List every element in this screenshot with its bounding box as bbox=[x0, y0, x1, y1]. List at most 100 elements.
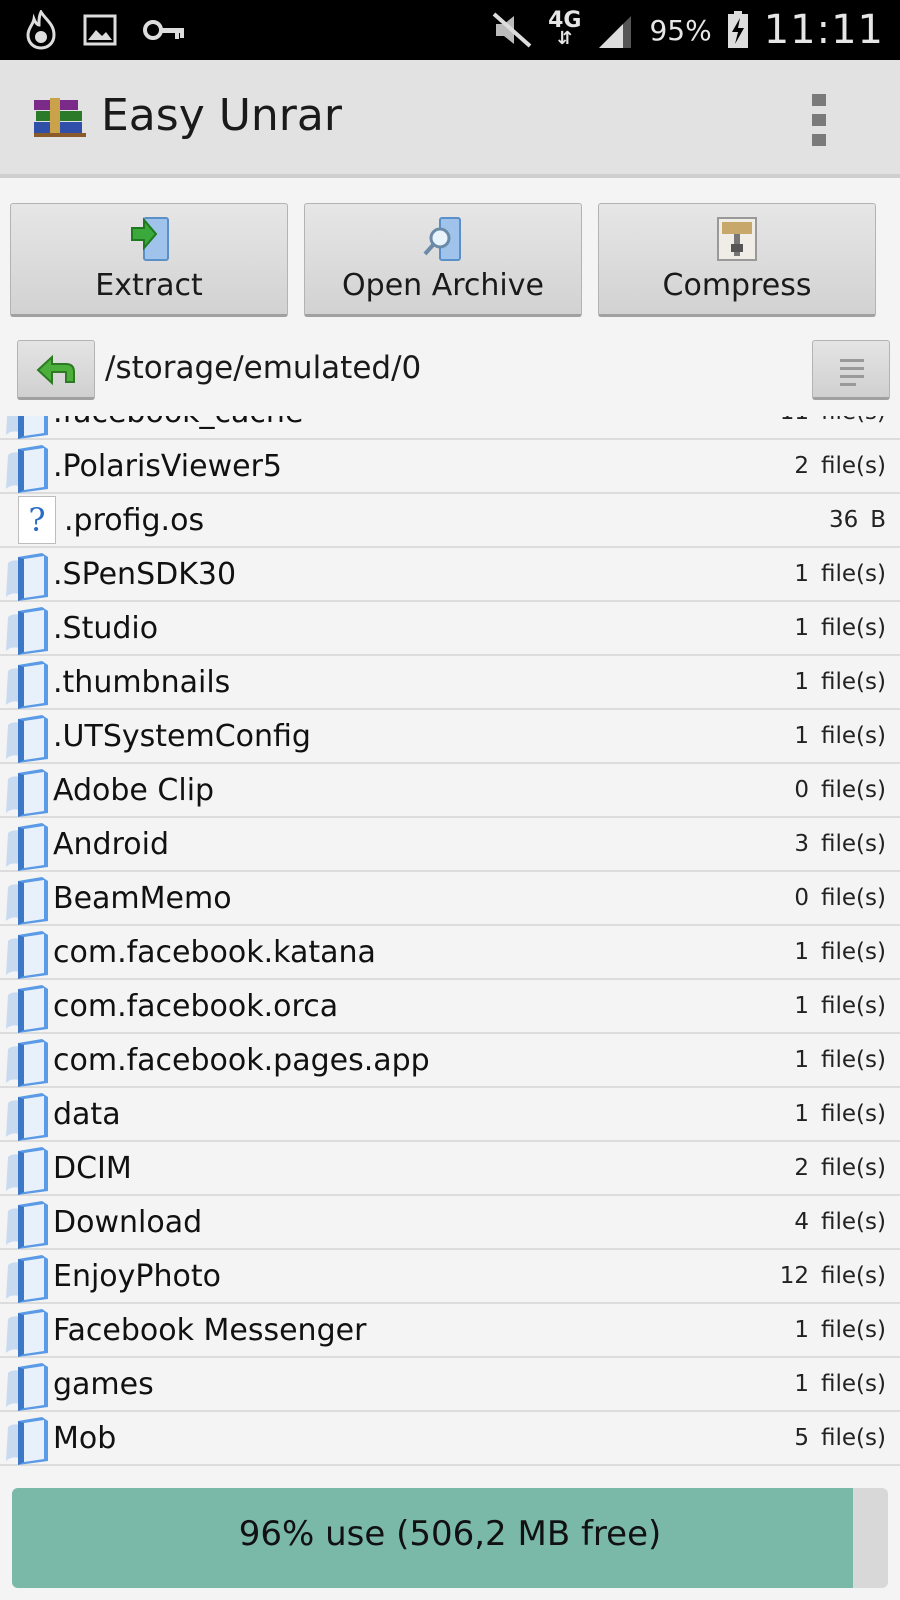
folder-row[interactable]: Mob 5 file(s) bbox=[0, 1412, 900, 1466]
item-unit: file(s) bbox=[821, 993, 886, 1019]
item-count: 1 bbox=[794, 1101, 810, 1127]
item-unit: file(s) bbox=[821, 669, 886, 695]
item-size: 1 file(s) bbox=[794, 1317, 886, 1343]
folder-icon bbox=[4, 416, 52, 443]
folder-row[interactable]: Adobe Clip 0 file(s) bbox=[0, 764, 900, 818]
item-unit: file(s) bbox=[821, 416, 886, 425]
item-name: data bbox=[53, 1097, 121, 1132]
folder-row[interactable]: com.facebook.pages.app 1 file(s) bbox=[0, 1034, 900, 1088]
item-unit: file(s) bbox=[821, 777, 886, 803]
folder-row[interactable]: BeamMemo 0 file(s) bbox=[0, 872, 900, 926]
folder-icon bbox=[4, 983, 52, 1037]
back-button[interactable] bbox=[17, 340, 95, 400]
item-size: 1 file(s) bbox=[794, 1047, 886, 1073]
folder-icon bbox=[4, 821, 52, 875]
folder-icon bbox=[4, 1091, 52, 1145]
folder-icon bbox=[4, 605, 52, 659]
file-list[interactable]: .facebook_cache11file(s).PolarisViewer52… bbox=[0, 416, 900, 1486]
folder-row[interactable]: EnjoyPhoto 12 file(s) bbox=[0, 1250, 900, 1304]
extract-label: Extract bbox=[95, 268, 203, 303]
folder-row[interactable]: DCIM 2 file(s) bbox=[0, 1142, 900, 1196]
folder-row[interactable]: .Studio 1 file(s) bbox=[0, 602, 900, 656]
item-unit: file(s) bbox=[821, 1101, 886, 1127]
item-unit: B bbox=[870, 507, 886, 533]
item-unit: file(s) bbox=[821, 1047, 886, 1073]
item-count: 2 bbox=[794, 453, 810, 479]
mute-icon bbox=[492, 12, 532, 48]
item-name: Android bbox=[53, 827, 169, 862]
item-size: 12 file(s) bbox=[780, 1263, 886, 1289]
folder-row[interactable]: games 1 file(s) bbox=[0, 1358, 900, 1412]
item-size: 0 file(s) bbox=[794, 777, 886, 803]
open-archive-button[interactable]: Open Archive bbox=[304, 203, 582, 317]
open-archive-label: Open Archive bbox=[342, 268, 544, 303]
item-name: games bbox=[53, 1367, 154, 1402]
item-unit: file(s) bbox=[821, 453, 886, 479]
folder-row[interactable]: Android 3 file(s) bbox=[0, 818, 900, 872]
folder-icon bbox=[4, 1361, 52, 1415]
folder-icon bbox=[4, 443, 52, 497]
item-unit: file(s) bbox=[821, 723, 886, 749]
item-unit: file(s) bbox=[821, 1317, 886, 1343]
folder-row[interactable]: .PolarisViewer5 2 file(s) bbox=[0, 440, 900, 494]
folder-row[interactable]: .SPenSDK30 1 file(s) bbox=[0, 548, 900, 602]
item-count: 36 bbox=[828, 507, 859, 533]
compress-icon bbox=[714, 214, 760, 268]
folder-row[interactable]: data 1 file(s) bbox=[0, 1088, 900, 1142]
key-icon bbox=[143, 20, 184, 40]
item-name: Mob bbox=[53, 1421, 117, 1456]
item-name: EnjoyPhoto bbox=[53, 1259, 221, 1294]
storage-usage-text: 96% use (506,2 MB free) bbox=[238, 1514, 662, 1554]
folder-icon bbox=[4, 929, 52, 983]
folder-row[interactable]: com.facebook.orca 1 file(s) bbox=[0, 980, 900, 1034]
item-unit: file(s) bbox=[821, 1263, 886, 1289]
folder-icon bbox=[4, 1253, 52, 1307]
folder-icon bbox=[4, 551, 52, 605]
item-size: 2 file(s) bbox=[794, 1155, 886, 1181]
extract-button[interactable]: Extract bbox=[10, 203, 288, 317]
folder-icon bbox=[4, 713, 52, 767]
item-unit: file(s) bbox=[821, 939, 886, 965]
item-size: 1 file(s) bbox=[794, 1101, 886, 1127]
compress-label: Compress bbox=[662, 268, 812, 303]
file-row[interactable]: ? .profig.os 36 B bbox=[0, 494, 900, 548]
item-size: 1 file(s) bbox=[794, 561, 886, 587]
overflow-menu-icon[interactable] bbox=[812, 94, 828, 146]
item-unit: file(s) bbox=[821, 885, 886, 911]
signal-icon bbox=[599, 16, 632, 48]
item-name: DCIM bbox=[53, 1151, 132, 1186]
winrar-books-icon bbox=[30, 96, 90, 144]
open-archive-icon bbox=[420, 214, 466, 268]
battery-percent: 95% bbox=[649, 13, 712, 47]
item-count: 1 bbox=[794, 723, 810, 749]
compress-button[interactable]: Compress bbox=[598, 203, 876, 317]
folder-row[interactable]: Download 4 file(s) bbox=[0, 1196, 900, 1250]
app-bar: Easy Unrar bbox=[0, 60, 900, 178]
folder-icon bbox=[4, 659, 52, 713]
folder-row[interactable]: com.facebook.katana 1 file(s) bbox=[0, 926, 900, 980]
item-size: 0 file(s) bbox=[794, 885, 886, 911]
item-size: 36 B bbox=[829, 507, 886, 533]
folder-icon bbox=[4, 1199, 52, 1253]
folder-row[interactable]: .facebook_cache 11 file(s) bbox=[0, 416, 900, 440]
item-size: 5 file(s) bbox=[794, 1425, 886, 1451]
extract-icon bbox=[126, 214, 172, 268]
sort-lines-icon bbox=[840, 359, 864, 391]
item-count: 1 bbox=[794, 939, 810, 965]
folder-icon bbox=[4, 1307, 52, 1361]
item-size: 1 file(s) bbox=[794, 939, 886, 965]
item-unit: file(s) bbox=[821, 1371, 886, 1397]
sort-button[interactable] bbox=[812, 340, 890, 400]
folder-icon bbox=[4, 767, 52, 821]
folder-row[interactable]: .UTSystemConfig 1 file(s) bbox=[0, 710, 900, 764]
item-unit: file(s) bbox=[821, 831, 886, 857]
item-size: 1 file(s) bbox=[794, 669, 886, 695]
item-count: 11 bbox=[780, 416, 809, 425]
item-size: 1 file(s) bbox=[794, 1371, 886, 1397]
item-size: 3 file(s) bbox=[794, 831, 886, 857]
folder-row[interactable]: .thumbnails 1 file(s) bbox=[0, 656, 900, 710]
item-name: .UTSystemConfig bbox=[53, 719, 311, 754]
folder-row[interactable]: Facebook Messenger 1 file(s) bbox=[0, 1304, 900, 1358]
image-icon bbox=[83, 14, 117, 46]
clock: 11:11 bbox=[763, 7, 884, 53]
